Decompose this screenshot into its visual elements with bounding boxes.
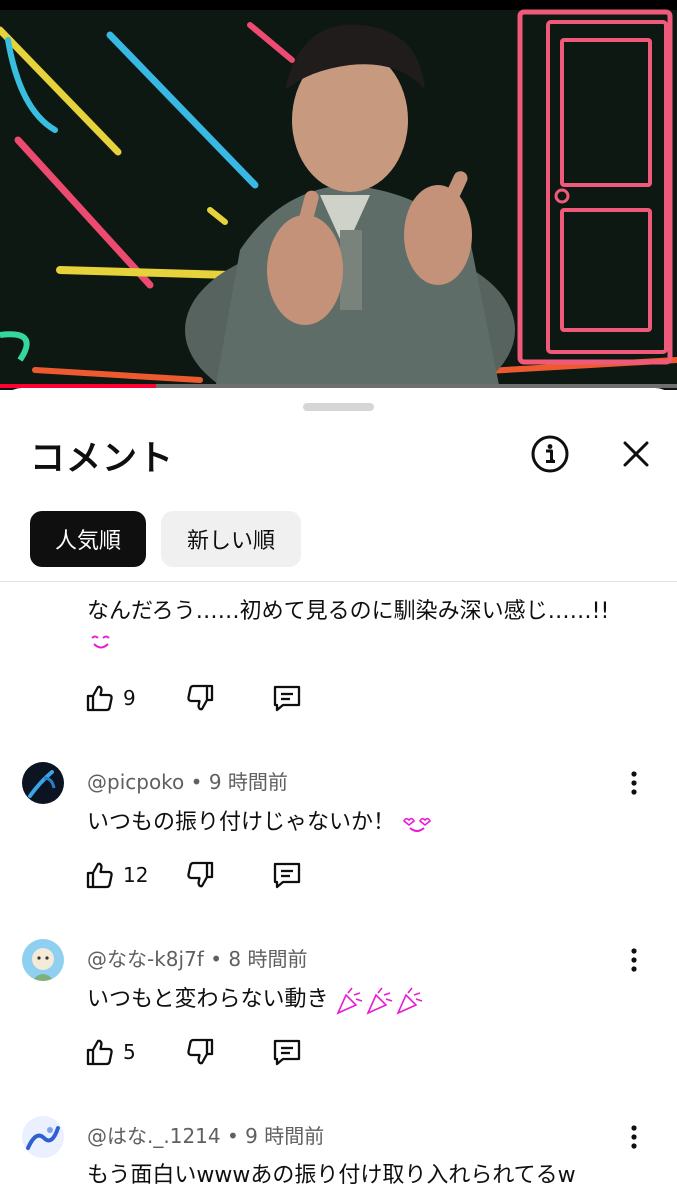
- comment-meta: @picpoko • 9 時間前: [87, 766, 288, 795]
- more-vert-icon: [631, 771, 637, 795]
- reply-icon: [273, 862, 301, 889]
- like-button[interactable]: 12: [85, 860, 148, 890]
- comment-time: 9 時間前: [208, 770, 288, 794]
- avatar-image: [22, 1116, 64, 1158]
- comment-author[interactable]: @はな._.1214: [87, 1124, 221, 1148]
- comment-text-content: もう面白いwwwあの振り付け取り入れられてるw: [87, 1163, 576, 1188]
- like-button[interactable]: 5: [85, 1037, 136, 1067]
- info-icon: [531, 435, 569, 473]
- comment-actions: 9: [85, 683, 315, 715]
- reply-button[interactable]: [271, 1037, 303, 1067]
- more-vert-icon: [631, 948, 637, 972]
- video-frame: [0, 9, 677, 390]
- avatar-image: [32, 948, 54, 981]
- thumbs-up-icon: [86, 685, 113, 712]
- video-player[interactable]: [0, 0, 677, 390]
- avatar[interactable]: [22, 939, 64, 981]
- comment-text: いつもと変わらない動き: [87, 981, 426, 1015]
- info-button[interactable]: [528, 432, 572, 476]
- dislike-button[interactable]: [185, 683, 215, 713]
- reply-icon: [273, 685, 301, 712]
- more-button[interactable]: [624, 1123, 644, 1153]
- comment-time: 9 時間前: [245, 1124, 325, 1148]
- chip-popular[interactable]: 人気順: [30, 511, 146, 567]
- chip-newest[interactable]: 新しい順: [161, 511, 301, 567]
- avatar-image: [28, 770, 56, 798]
- thumbs-down-icon: [187, 684, 214, 711]
- thumbs-up-icon: [86, 862, 113, 889]
- comment-meta: @はな._.1214 • 9 時間前: [87, 1120, 324, 1149]
- dislike-button[interactable]: [185, 1037, 215, 1067]
- meta-separator: •: [203, 947, 229, 971]
- like-count: 9: [123, 686, 136, 710]
- reply-icon: [273, 1039, 301, 1066]
- party-popper-emoji: [335, 987, 422, 1015]
- close-icon: [623, 441, 649, 467]
- relieved-face-emoji: [91, 635, 110, 649]
- like-count: 12: [123, 863, 149, 887]
- comment-text: なんだろう……初めて見るのに馴染み深い感じ……!!: [87, 593, 609, 625]
- drag-handle[interactable]: [303, 403, 374, 411]
- comment-text: いつもの振り付けじゃないか！: [87, 804, 432, 836]
- comment-actions: 12: [85, 860, 315, 892]
- comment-text-content: なんだろう……初めて見るのに馴染み深い感じ……!!: [87, 599, 610, 624]
- avatar[interactable]: [22, 1116, 64, 1158]
- like-count: 5: [123, 1040, 136, 1064]
- dislike-button[interactable]: [185, 860, 215, 890]
- more-vert-icon: [631, 1125, 637, 1149]
- comment-actions: 5: [85, 1037, 315, 1069]
- avatar[interactable]: [22, 762, 64, 804]
- like-button[interactable]: 9: [85, 683, 136, 713]
- comment-author[interactable]: @picpoko: [87, 770, 184, 794]
- reply-button[interactable]: [271, 683, 303, 713]
- chips-divider: [0, 581, 677, 582]
- close-button[interactable]: [614, 432, 658, 476]
- reply-button[interactable]: [271, 860, 303, 890]
- smiling-face-with-hearts-emoji: [403, 817, 432, 832]
- comment-time: 8 時間前: [228, 947, 308, 971]
- thumbs-up-icon: [86, 1039, 113, 1066]
- meta-separator: •: [184, 770, 209, 794]
- sheet-title: コメント: [30, 439, 175, 479]
- comment-meta: @なな-k8j7f • 8 時間前: [87, 943, 307, 972]
- comment-text: もう面白いwwwあの振り付け取り入れられてるw: [87, 1157, 576, 1189]
- more-button[interactable]: [624, 769, 644, 799]
- meta-separator: •: [220, 1124, 246, 1148]
- comment-text-content: いつもと変わらない動き: [87, 987, 329, 1012]
- thumbs-down-icon: [187, 1038, 214, 1065]
- comment-author[interactable]: @なな-k8j7f: [87, 947, 204, 971]
- comment-text-content: いつもの振り付けじゃないか！: [87, 810, 396, 835]
- thumbs-down-icon: [187, 861, 214, 888]
- more-button[interactable]: [624, 946, 644, 976]
